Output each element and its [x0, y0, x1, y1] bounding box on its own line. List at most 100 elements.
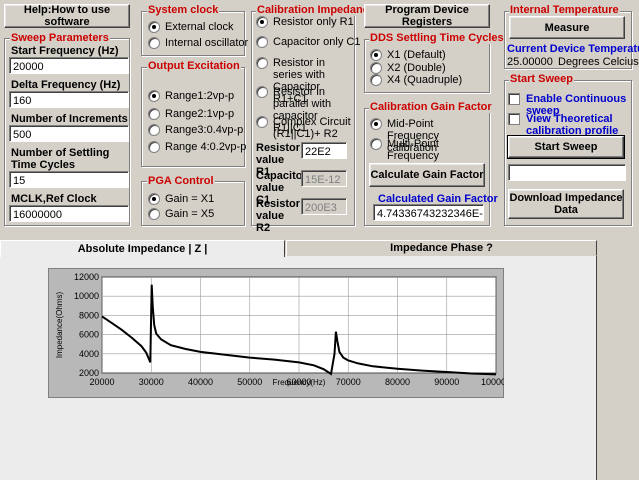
sweep-parameters-legend: Sweep Parameters [10, 32, 110, 44]
x-tick-label: 20000 [89, 377, 114, 387]
start-sweep-legend: Start Sweep [509, 73, 574, 85]
tab-absolute-impedance[interactable]: Absolute Impedance | Z | [0, 240, 285, 257]
x-tick-label: 40000 [188, 377, 213, 387]
radio-label: Capacitor only C1 [273, 36, 361, 48]
start-sweep-button[interactable]: Start Sweep [507, 135, 625, 159]
temperature-value: 25.00000 [507, 56, 553, 68]
range3-radio[interactable]: Range3:0.4vp-p [148, 124, 243, 136]
radio-dot [256, 16, 268, 28]
range4-radio[interactable]: Range 4:0.2vp-p [148, 141, 246, 153]
system-clock-legend: System clock [147, 4, 220, 16]
y-tick-label: 2000 [79, 368, 99, 378]
radio-dot [370, 49, 382, 61]
radio-label: Complex Circuit (R1||C1)+ R2 [273, 116, 351, 140]
theoretical-profile-checkbox[interactable]: View Theoretical calibration profile [508, 113, 628, 137]
complex-circuit-radio[interactable]: Complex Circuit (R1||C1)+ R2 [256, 116, 354, 140]
radio-dot [148, 108, 160, 120]
radio-dot [370, 62, 382, 74]
settling-cycles-label: Number of Settling Time Cycles [11, 147, 110, 171]
r2-label: Resistor value R2 [256, 198, 301, 234]
radio-label: X4 (Quadruple) [387, 74, 463, 86]
device-temperature-label: Current Device Temperature [507, 43, 639, 55]
x-tick-label: 100000 [481, 377, 504, 387]
c1-input[interactable]: 15E-12 [301, 170, 347, 187]
radio-label: External clock [165, 21, 234, 33]
increments-input[interactable]: 500 [9, 125, 129, 142]
radio-label: Internal oscillator [165, 37, 249, 49]
radio-label: Range2:1vp-p [165, 108, 235, 120]
calculated-gain-output: 4.74336743232346E-08 [373, 204, 484, 221]
radio-dot [256, 116, 268, 128]
y-axis-label: Impedance(Ohms) [55, 292, 64, 359]
radio-dot [148, 141, 160, 153]
radio-dot [148, 90, 160, 102]
resistor-only-radio[interactable]: Resistor only R1 [256, 16, 354, 28]
y-tick-label: 12000 [74, 272, 99, 282]
x-tick-label: 30000 [139, 377, 164, 387]
radio-dot [370, 118, 382, 130]
x-axis-label: Frequency(Hz) [273, 378, 326, 387]
program-registers-button[interactable]: Program Device Registers [364, 4, 490, 28]
radio-dot [256, 57, 268, 69]
system-clock-group [141, 11, 245, 56]
radio-dot [370, 138, 382, 150]
y-tick-label: 10000 [74, 291, 99, 301]
external-clock-radio[interactable]: External clock [148, 21, 233, 33]
radio-dot [370, 74, 382, 86]
radio-label: Gain = X5 [165, 208, 215, 220]
checkbox-box [508, 93, 520, 105]
gain-x1-radio[interactable]: Gain = X1 [148, 193, 214, 205]
x-tick-label: 90000 [434, 377, 459, 387]
capacitor-only-radio[interactable]: Capacitor only C1 [256, 36, 360, 48]
temperature-legend: Internal Temperature [509, 4, 620, 16]
impedance-chart-svg: 20000 30000 40000 50000 60000 70000 80000 90000… [55, 272, 504, 387]
settling-cycles-input[interactable]: 15 [9, 171, 129, 188]
dds-settling-legend: DDS Settling Time Cycles [369, 32, 505, 44]
delta-frequency-label: Delta Frequency (Hz) [11, 79, 121, 91]
range2-radio[interactable]: Range2:1vp-p [148, 108, 234, 120]
r2-input[interactable]: 200E3 [301, 198, 347, 215]
dds-x1-radio[interactable]: X1 (Default) [370, 49, 446, 61]
y-tick-label: 4000 [79, 349, 99, 359]
download-impedance-button[interactable]: Download Impedance Data [508, 189, 624, 219]
radio-label: Range1:2vp-p [165, 90, 235, 102]
radio-label: Range 4:0.2vp-p [165, 141, 247, 153]
sweep-progress-bar [508, 164, 626, 181]
measure-button[interactable]: Measure [509, 16, 625, 39]
dds-x4-radio[interactable]: X4 (Quadruple) [370, 74, 462, 86]
radio-label: X2 (Double) [387, 62, 446, 74]
start-frequency-input[interactable]: 20000 [9, 57, 129, 74]
tab-impedance-phase[interactable]: Impedance Phase ? [286, 240, 597, 256]
delta-frequency-input[interactable]: 160 [9, 91, 129, 108]
radio-label: Gain = X1 [165, 193, 215, 205]
output-excitation-legend: Output Excitation [147, 60, 241, 72]
radio-dot [148, 208, 160, 220]
internal-oscillator-radio[interactable]: Internal oscillator [148, 37, 248, 49]
radio-label: Resistor only R1 [273, 16, 354, 28]
pga-control-legend: PGA Control [147, 175, 215, 187]
calculate-gain-button[interactable]: Calculate Gain Factor [369, 163, 485, 187]
dds-x2-radio[interactable]: X2 (Double) [370, 62, 446, 74]
mclk-input[interactable]: 16000000 [9, 205, 129, 222]
radio-dot [256, 86, 268, 98]
radio-dot [148, 193, 160, 205]
x-tick-label: 50000 [237, 377, 262, 387]
range1-radio[interactable]: Range1:2vp-p [148, 90, 234, 102]
y-tick-label: 8000 [79, 310, 99, 320]
radio-label: X1 (Default) [387, 49, 446, 61]
gain-x5-radio[interactable]: Gain = X5 [148, 208, 214, 220]
checkbox-label: View Theoretical calibration profile [526, 113, 619, 137]
r1-input[interactable]: 22E2 [301, 142, 347, 159]
checkbox-box [508, 113, 520, 125]
calibration-impedance-legend: Calibration Impedance [256, 4, 376, 16]
x-tick-label: 70000 [336, 377, 361, 387]
gain-factor-legend: Calibration Gain Factor [369, 101, 493, 113]
radio-label: Range3:0.4vp-p [165, 124, 244, 136]
help-button[interactable]: Help:How to use software [4, 4, 130, 28]
radio-dot [148, 21, 160, 33]
x-tick-label: 80000 [385, 377, 410, 387]
start-frequency-label: Start Frequency (Hz) [11, 45, 119, 57]
radio-dot [256, 36, 268, 48]
temperature-unit: Degrees Celcius [558, 56, 639, 68]
y-tick-label: 6000 [79, 330, 99, 340]
